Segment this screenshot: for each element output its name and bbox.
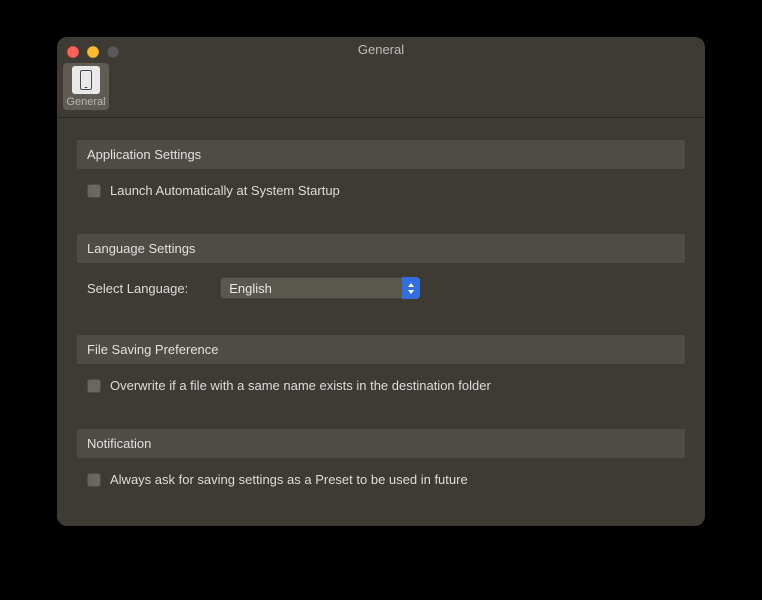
overwrite-label: Overwrite if a file with a same name exi… (110, 378, 491, 393)
section-language-settings: Language Settings Select Language: Engli… (77, 234, 685, 305)
general-icon (72, 66, 100, 94)
section-file-saving: File Saving Preference Overwrite if a fi… (77, 335, 685, 399)
select-language-label: Select Language: (87, 281, 188, 296)
section-header-language: Language Settings (77, 234, 685, 263)
preferences-window: General General Application Settings Lau… (57, 37, 705, 526)
overwrite-checkbox[interactable] (87, 379, 101, 393)
section-header-application: Application Settings (77, 140, 685, 169)
overwrite-row: Overwrite if a file with a same name exi… (87, 378, 675, 393)
chevron-up-down-icon (402, 277, 420, 299)
tab-general-label: General (66, 96, 105, 108)
tab-general[interactable]: General (63, 63, 109, 110)
content-area: Application Settings Launch Automaticall… (57, 118, 705, 513)
always-ask-preset-checkbox[interactable] (87, 473, 101, 487)
section-header-file-saving: File Saving Preference (77, 335, 685, 364)
always-ask-preset-row: Always ask for saving settings as a Pres… (87, 472, 675, 487)
section-application-settings: Application Settings Launch Automaticall… (77, 140, 685, 204)
window-title: General (57, 42, 705, 57)
language-select-value: English (220, 281, 272, 296)
preferences-toolbar: General (57, 61, 705, 118)
launch-at-startup-checkbox[interactable] (87, 184, 101, 198)
launch-at-startup-row: Launch Automatically at System Startup (87, 183, 675, 198)
language-select[interactable]: English (220, 277, 420, 299)
section-notification: Notification Always ask for saving setti… (77, 429, 685, 493)
titlebar: General (57, 37, 705, 61)
language-row: Select Language: English (87, 277, 675, 299)
launch-at-startup-label: Launch Automatically at System Startup (110, 183, 340, 198)
section-header-notification: Notification (77, 429, 685, 458)
always-ask-preset-label: Always ask for saving settings as a Pres… (110, 472, 468, 487)
